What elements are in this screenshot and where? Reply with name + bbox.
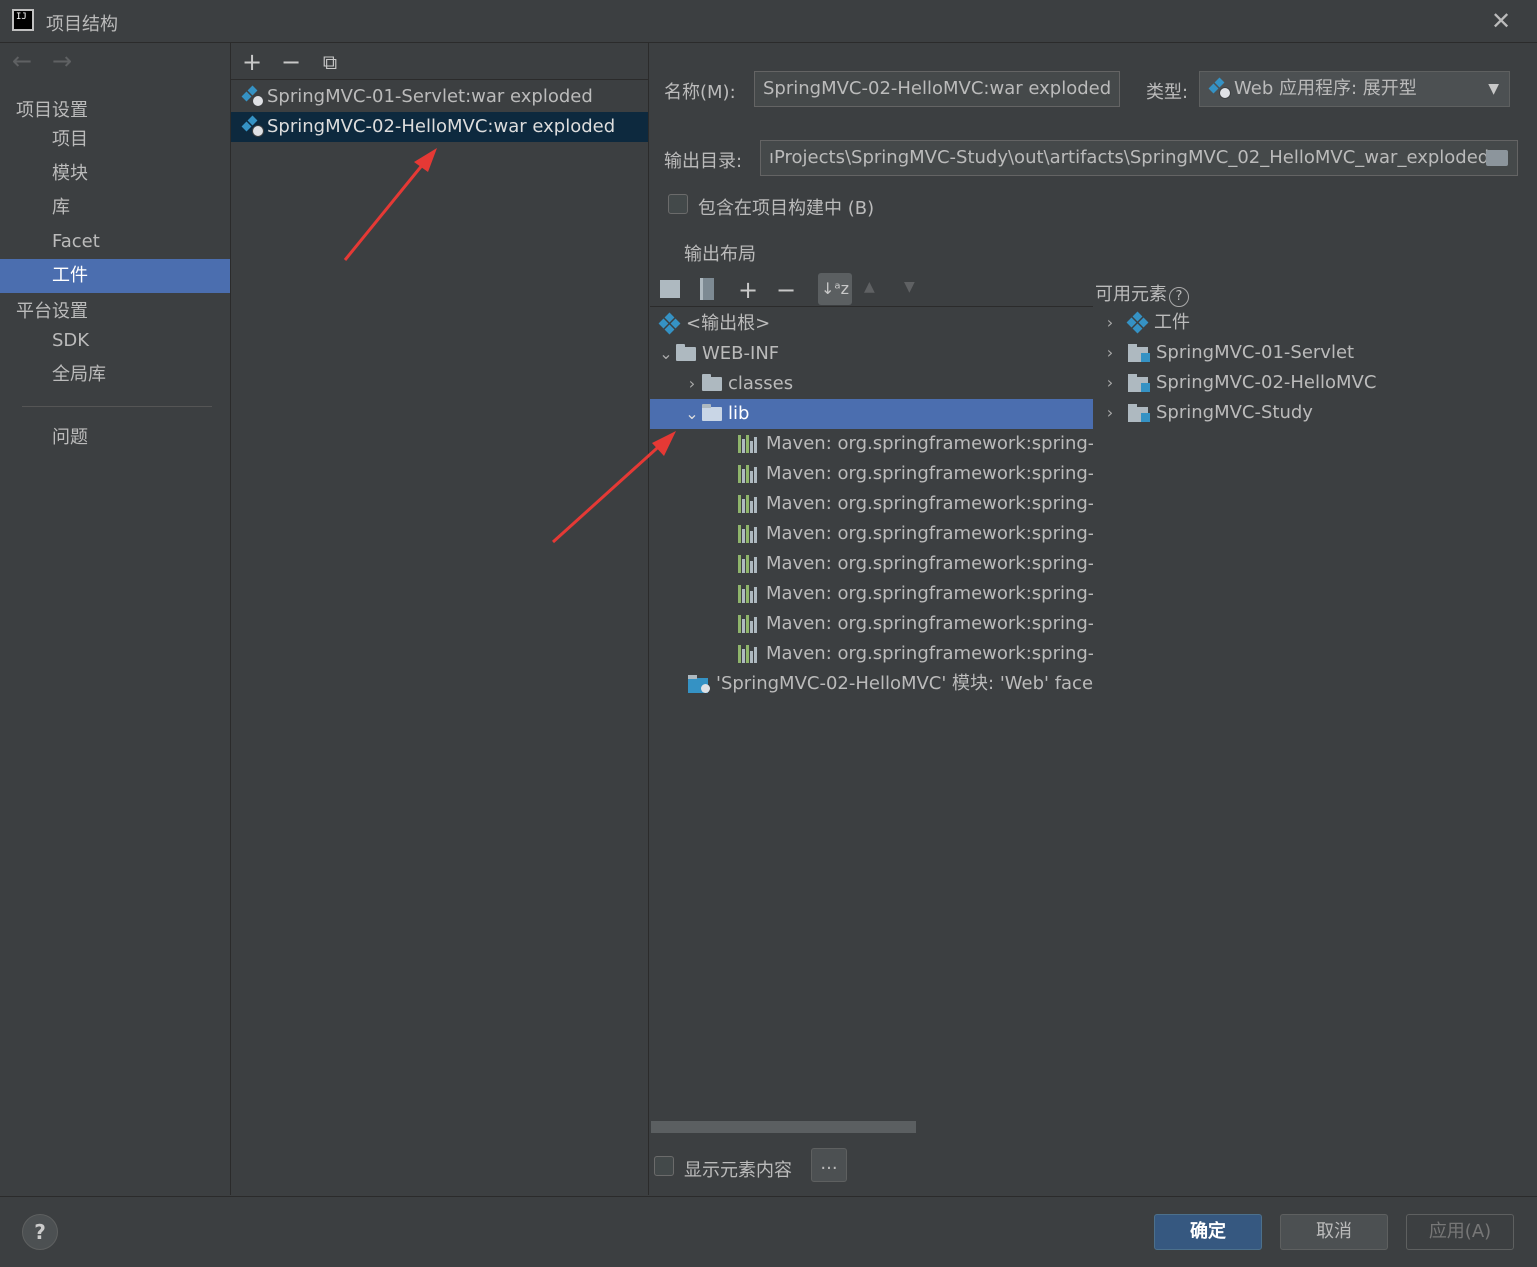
ok-button[interactable]: 确定	[1154, 1214, 1262, 1250]
annotation-arrow-head	[652, 431, 676, 456]
annotation-arrow	[551, 438, 668, 544]
cancel-button[interactable]: 取消	[1280, 1214, 1388, 1250]
annotation-arrow	[343, 157, 430, 261]
help-button[interactable]: ?	[22, 1214, 58, 1250]
apply-button[interactable]: 应用(A)	[1406, 1214, 1514, 1250]
annotation-arrow-head	[414, 148, 437, 172]
annotation-arrows	[343, 148, 676, 544]
